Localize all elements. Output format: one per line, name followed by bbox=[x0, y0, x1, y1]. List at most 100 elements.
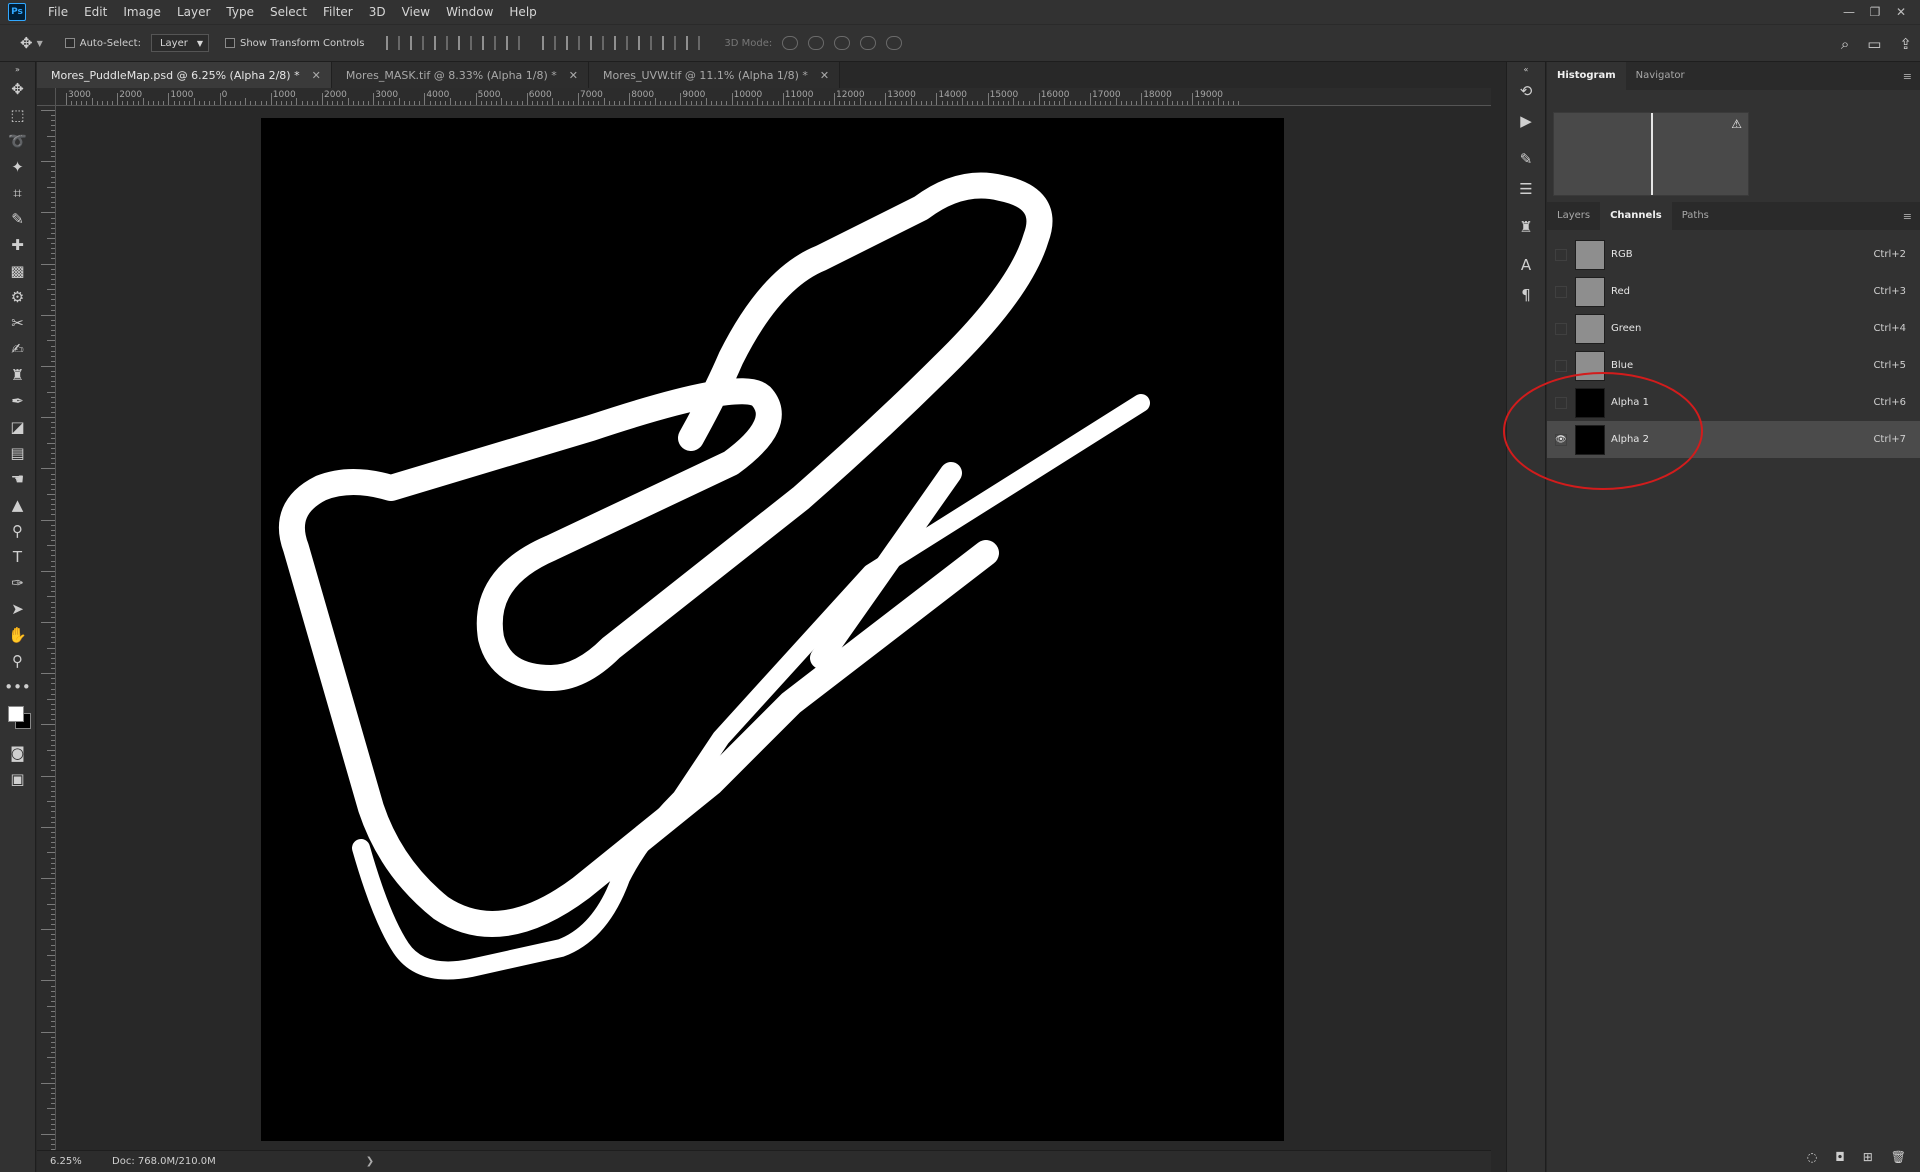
lasso-tool-icon[interactable]: ➰ bbox=[0, 128, 35, 154]
crop-tool-icon[interactable]: ⌗ bbox=[0, 180, 35, 206]
patch-tool-icon[interactable]: ▩ bbox=[0, 258, 35, 284]
visibility-eye-icon[interactable] bbox=[1555, 322, 1567, 335]
align-bottom-icon[interactable] bbox=[434, 36, 449, 50]
menu-edit[interactable]: Edit bbox=[76, 0, 115, 24]
distribute-left-icon[interactable] bbox=[614, 36, 629, 50]
brush-settings-icon[interactable]: ✎ bbox=[1507, 144, 1545, 174]
pen-tool-icon[interactable]: ✑ bbox=[0, 570, 35, 596]
brush-tool-icon[interactable]: ✍ bbox=[0, 336, 35, 362]
toolbar-collapse-icon[interactable]: » bbox=[0, 62, 35, 76]
menu-help[interactable]: Help bbox=[501, 0, 544, 24]
tab-layers[interactable]: Layers bbox=[1547, 202, 1600, 230]
horizontal-ruler[interactable]: 3000 2000 1000 0 1000 2000 3000 4000 5000 6000 700… bbox=[56, 88, 1491, 106]
minimize-button[interactable]: — bbox=[1836, 5, 1862, 19]
panel-menu-icon[interactable]: ≡ bbox=[1903, 70, 1912, 83]
doc-tab-puddlemap[interactable]: Mores_PuddleMap.psd @ 6.25% (Alpha 2/8) … bbox=[37, 62, 332, 88]
more-tools-icon[interactable]: ••• bbox=[0, 674, 35, 700]
healing-brush-tool-icon[interactable]: ✚ bbox=[0, 232, 35, 258]
tab-channels[interactable]: Channels bbox=[1600, 202, 1672, 230]
document-canvas[interactable] bbox=[261, 118, 1284, 1141]
move-tool-icon[interactable]: ✥ bbox=[0, 76, 35, 102]
panel-menu-icon[interactable]: ≡ bbox=[1903, 210, 1912, 223]
zoom-tool-icon[interactable]: ⚲ bbox=[0, 648, 35, 674]
strip-collapse-icon[interactable]: « bbox=[1507, 62, 1545, 76]
distribute-top-icon[interactable] bbox=[542, 36, 557, 50]
warning-icon[interactable]: ⚠ bbox=[1731, 117, 1742, 131]
vertical-ruler[interactable] bbox=[37, 106, 56, 1150]
move-tool-icon[interactable]: ✥ bbox=[20, 34, 33, 52]
path-select-tool-icon[interactable]: ➤ bbox=[0, 596, 35, 622]
align-left-icon[interactable] bbox=[458, 36, 473, 50]
quick-mask-icon[interactable]: ◙ bbox=[0, 740, 35, 766]
menu-view[interactable]: View bbox=[394, 0, 438, 24]
workspace-icon[interactable]: ▭ bbox=[1867, 35, 1881, 53]
menu-layer[interactable]: Layer bbox=[169, 0, 218, 24]
chevron-down-icon[interactable]: ▼ bbox=[37, 39, 43, 48]
scale-3d-icon[interactable] bbox=[886, 36, 903, 50]
menu-file[interactable]: File bbox=[40, 0, 76, 24]
menu-image[interactable]: Image bbox=[115, 0, 169, 24]
menu-select[interactable]: Select bbox=[262, 0, 315, 24]
marquee-tool-icon[interactable]: ⬚ bbox=[0, 102, 35, 128]
tab-navigator[interactable]: Navigator bbox=[1626, 62, 1695, 90]
visibility-eye-icon[interactable] bbox=[1555, 359, 1567, 372]
paragraph-icon[interactable]: ¶ bbox=[1507, 280, 1545, 310]
roll-3d-icon[interactable] bbox=[808, 36, 825, 50]
zoom-level[interactable]: 6.25% bbox=[50, 1156, 110, 1167]
clone-source-icon[interactable]: ♜ bbox=[1507, 212, 1545, 242]
history-icon[interactable]: ⟲ bbox=[1507, 76, 1545, 106]
search-icon[interactable]: ⌕ bbox=[1841, 35, 1849, 53]
align-right-icon[interactable] bbox=[506, 36, 521, 50]
dodge-tool-icon[interactable]: ⚲ bbox=[0, 518, 35, 544]
distribute-vcenter-icon[interactable] bbox=[566, 36, 581, 50]
orbit-3d-icon[interactable] bbox=[782, 36, 799, 50]
smudge-tool-icon[interactable]: ☚ bbox=[0, 466, 35, 492]
close-icon[interactable]: ✕ bbox=[569, 69, 578, 82]
tab-histogram[interactable]: Histogram bbox=[1547, 62, 1626, 90]
close-icon[interactable]: ✕ bbox=[820, 69, 829, 82]
save-selection-icon[interactable]: ◘ bbox=[1835, 1150, 1845, 1164]
visibility-eye-icon[interactable] bbox=[1555, 248, 1567, 261]
sharpen-tool-icon[interactable]: ▲ bbox=[0, 492, 35, 518]
drag-3d-icon[interactable] bbox=[834, 36, 851, 50]
content-aware-tool-icon[interactable]: ⚙ bbox=[0, 284, 35, 310]
character-icon[interactable]: A bbox=[1507, 250, 1545, 280]
channel-row[interactable]: Green Ctrl+4 bbox=[1547, 310, 1920, 347]
gradient-tool-icon[interactable]: ▤ bbox=[0, 440, 35, 466]
color-swatches[interactable] bbox=[0, 700, 35, 740]
auto-align-icon[interactable] bbox=[686, 36, 701, 50]
ruler-origin[interactable] bbox=[37, 88, 56, 106]
adjustments-icon[interactable]: ☰ bbox=[1507, 174, 1545, 204]
magic-wand-tool-icon[interactable]: ✦ bbox=[0, 154, 35, 180]
share-icon[interactable]: ⇪ bbox=[1899, 35, 1912, 53]
clone-stamp-tool-icon[interactable]: ♜ bbox=[0, 362, 35, 388]
hand-tool-icon[interactable]: ✋ bbox=[0, 622, 35, 648]
menu-filter[interactable]: Filter bbox=[315, 0, 361, 24]
foreground-color-swatch[interactable] bbox=[8, 706, 24, 722]
actions-play-icon[interactable]: ▶ bbox=[1507, 106, 1545, 136]
type-tool-icon[interactable]: T bbox=[0, 544, 35, 570]
align-vcenter-icon[interactable] bbox=[410, 36, 425, 50]
menu-type[interactable]: Type bbox=[218, 0, 262, 24]
distribute-hcenter-icon[interactable] bbox=[638, 36, 653, 50]
align-hcenter-icon[interactable] bbox=[482, 36, 497, 50]
auto-select-dropdown[interactable]: Layer ▼ bbox=[150, 34, 209, 52]
history-brush-tool-icon[interactable]: ✒ bbox=[0, 388, 35, 414]
menu-window[interactable]: Window bbox=[438, 0, 501, 24]
tab-paths[interactable]: Paths bbox=[1672, 202, 1719, 230]
canvas-area[interactable] bbox=[57, 107, 1491, 1150]
doc-tab-mask[interactable]: Mores_MASK.tif @ 8.33% (Alpha 1/8) * ✕ bbox=[331, 62, 589, 88]
show-transform-checkbox[interactable] bbox=[224, 38, 235, 48]
distribute-bottom-icon[interactable] bbox=[590, 36, 605, 50]
channel-row[interactable]: Red Ctrl+3 bbox=[1547, 273, 1920, 310]
trash-icon[interactable]: 🗑 bbox=[1891, 1150, 1906, 1164]
load-selection-icon[interactable]: ◌ bbox=[1807, 1150, 1817, 1164]
red-eye-tool-icon[interactable]: ✂ bbox=[0, 310, 35, 336]
new-channel-icon[interactable]: ⊞ bbox=[1863, 1150, 1873, 1164]
distribute-right-icon[interactable] bbox=[662, 36, 677, 50]
close-window-button[interactable]: ✕ bbox=[1888, 5, 1914, 19]
slide-3d-icon[interactable] bbox=[860, 36, 877, 50]
eraser-tool-icon[interactable]: ◪ bbox=[0, 414, 35, 440]
visibility-eye-icon[interactable] bbox=[1555, 285, 1567, 298]
doc-tab-uvw[interactable]: Mores_UVW.tif @ 11.1% (Alpha 1/8) * ✕ bbox=[589, 62, 841, 88]
